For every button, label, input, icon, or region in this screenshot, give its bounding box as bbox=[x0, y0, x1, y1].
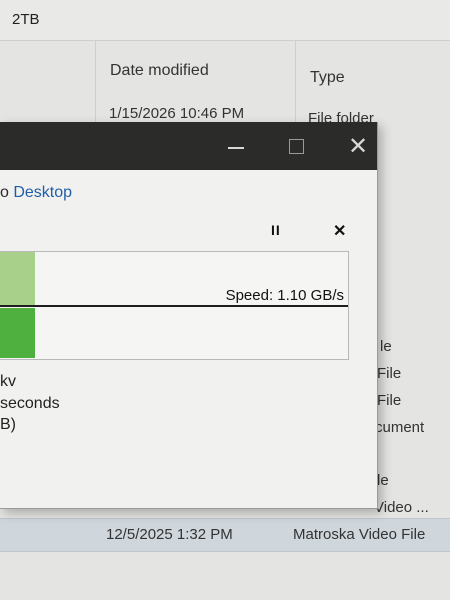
copy-progress-dialog: ✕ o Desktop II ✕ Speed: 1.10 GB/s kv sec… bbox=[0, 122, 378, 509]
row-type-partial[interactable]: le bbox=[377, 472, 389, 489]
detail-items-remaining: B) bbox=[0, 416, 16, 433]
cancel-copy-button[interactable]: ✕ bbox=[333, 221, 346, 241]
column-header-type[interactable]: Type bbox=[310, 69, 345, 87]
selected-file-row[interactable]: 12/5/2025 1:32 PM Matroska Video File bbox=[0, 518, 450, 552]
transfer-speed-graph: Speed: 1.10 GB/s bbox=[0, 251, 349, 360]
destination-link[interactable]: Desktop bbox=[13, 184, 72, 201]
progress-fill-light bbox=[0, 252, 35, 305]
dialog-title-bar[interactable]: ✕ bbox=[0, 122, 377, 170]
row-type-partial[interactable]: cument bbox=[375, 419, 424, 436]
row-date[interactable]: 1/15/2026 10:46 PM bbox=[109, 105, 244, 122]
detail-name: kv bbox=[0, 373, 16, 390]
row-type-partial[interactable]: le bbox=[380, 338, 392, 355]
row-type-partial[interactable]: File bbox=[377, 365, 401, 382]
progress-fill-dark bbox=[0, 308, 35, 358]
close-window-button[interactable]: ✕ bbox=[348, 132, 368, 161]
maximize-button[interactable] bbox=[289, 139, 304, 154]
minimize-button[interactable] bbox=[228, 147, 244, 149]
destination-prefix: o bbox=[0, 184, 14, 201]
row-type-partial[interactable]: File bbox=[377, 392, 401, 409]
speed-line bbox=[0, 305, 348, 307]
explorer-tab[interactable]: 2TB bbox=[0, 0, 450, 41]
speed-label: Speed: 1.10 GB/s bbox=[225, 287, 344, 304]
column-divider[interactable] bbox=[295, 40, 296, 130]
pause-button[interactable]: II bbox=[271, 222, 281, 238]
drive-name: 2TB bbox=[12, 11, 40, 28]
detail-time-remaining: seconds bbox=[0, 395, 60, 412]
row-type-partial[interactable]: Video ... bbox=[374, 499, 429, 516]
row-date: 12/5/2025 1:32 PM bbox=[106, 526, 233, 543]
column-header-date-modified[interactable]: Date modified bbox=[110, 62, 209, 80]
column-divider[interactable] bbox=[95, 40, 96, 130]
copy-destination-text: o Desktop bbox=[0, 184, 72, 202]
row-type: Matroska Video File bbox=[293, 526, 426, 543]
